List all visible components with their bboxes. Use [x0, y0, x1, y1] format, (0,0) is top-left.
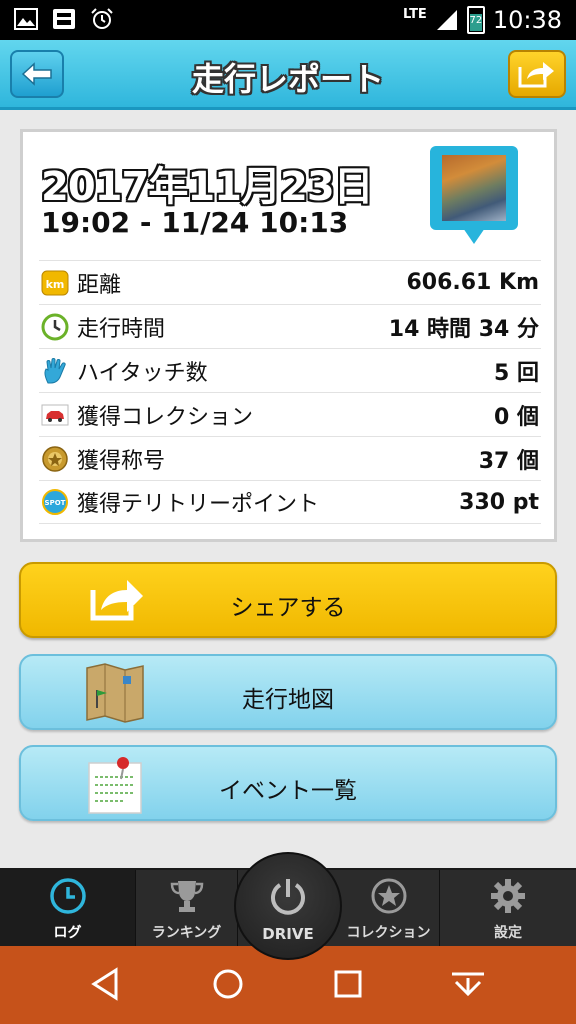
row-value: 330 pt	[459, 489, 539, 515]
row-high-touch: ハイタッチ数 5 回	[39, 348, 541, 392]
report-date: 2017年11月23日	[41, 164, 374, 210]
back-nav-icon[interactable]	[86, 964, 126, 1004]
signal-icon	[436, 10, 457, 30]
row-label: ハイタッチ数	[77, 360, 208, 386]
row-label: 走行時間	[77, 316, 166, 342]
clock-icon	[48, 876, 88, 916]
row-label: 距離	[77, 272, 122, 298]
share-icon	[518, 62, 554, 88]
event-list-button[interactable]: イベント一覧	[19, 745, 557, 821]
km-badge-text: km	[46, 278, 65, 291]
tab-ranking-label: ランキング	[151, 925, 222, 941]
drive-map-button[interactable]: 走行地図	[19, 654, 557, 730]
tab-settings-label: 設定	[494, 925, 522, 941]
spot-icon: SPOT	[41, 488, 69, 516]
tab-ranking[interactable]: ランキング	[136, 870, 238, 948]
photo-pin[interactable]	[430, 146, 518, 256]
row-label: 獲得コレクション	[77, 404, 254, 430]
tab-log[interactable]: ログ	[0, 870, 136, 948]
recents-nav-icon[interactable]	[328, 964, 368, 1004]
image-icon	[14, 8, 38, 30]
photo-frame	[430, 146, 518, 230]
hide-nav-icon[interactable]	[448, 964, 488, 1004]
status-bar: LTE 72 10:38	[0, 0, 576, 40]
row-value: 0 個	[494, 404, 539, 430]
battery-level: 72	[469, 15, 483, 26]
row-value: 5 回	[494, 360, 539, 386]
tab-log-label: ログ	[53, 925, 82, 941]
network-type: LTE	[402, 6, 427, 22]
report-time-range: 19:02 - 11/24 10:13	[41, 206, 349, 239]
km-icon: km	[41, 269, 69, 297]
gear-icon	[488, 876, 528, 916]
app-notification-icon	[53, 9, 75, 29]
tab-settings[interactable]: 設定	[440, 870, 576, 948]
power-icon	[271, 879, 305, 915]
star-icon	[369, 876, 409, 916]
header: 走行レポート	[0, 40, 576, 110]
page-title: 走行レポート	[191, 60, 384, 98]
drive-button[interactable]: DRIVE	[234, 852, 342, 960]
row-distance: km 距離 606.61 Km	[39, 260, 541, 304]
event-list-button-label: イベント一覧	[219, 778, 357, 804]
hand-icon	[41, 357, 69, 385]
report-rows: km 距離 606.61 Km 走行時間 14 時間 34 分 ハイタッチ数 5…	[39, 260, 541, 524]
row-value: 14 時間 34 分	[388, 316, 539, 342]
row-label: 獲得テリトリーポイント	[77, 492, 320, 517]
clock-time: 10:38	[492, 6, 562, 34]
drive-map-button-label: 走行地図	[242, 687, 334, 713]
battery-icon: 72	[466, 6, 485, 34]
report-card: 2017年11月23日 19:02 - 11/24 10:13 km 距離 60…	[20, 129, 557, 542]
row-value: 606.61 Km	[406, 270, 539, 295]
tab-collection-label: コレクション	[346, 925, 431, 941]
share-top-button[interactable]	[508, 50, 566, 98]
trophy-icon	[167, 876, 207, 916]
clock-icon	[41, 313, 69, 341]
row-territory: SPOT 獲得テリトリーポイント 330 pt	[39, 480, 541, 524]
medal-icon	[41, 445, 69, 473]
row-titles: 獲得称号 37 個	[39, 436, 541, 480]
row-drive-time: 走行時間 14 時間 34 分	[39, 304, 541, 348]
row-label: 獲得称号	[77, 448, 166, 474]
row-collection: 獲得コレクション 0 個	[39, 392, 541, 436]
drive-button-label: DRIVE	[262, 925, 314, 943]
alarm-icon	[91, 8, 113, 29]
pin-tip	[463, 228, 485, 244]
row-value: 37 個	[478, 448, 539, 474]
home-nav-icon[interactable]	[208, 964, 248, 1004]
spot-badge-text: SPOT	[45, 499, 66, 507]
tab-collection[interactable]: コレクション	[338, 870, 440, 948]
share-button-label: シェアする	[230, 595, 346, 621]
trip-photo	[442, 155, 506, 221]
car-icon	[41, 401, 69, 429]
share-button[interactable]: シェアする	[19, 562, 557, 638]
